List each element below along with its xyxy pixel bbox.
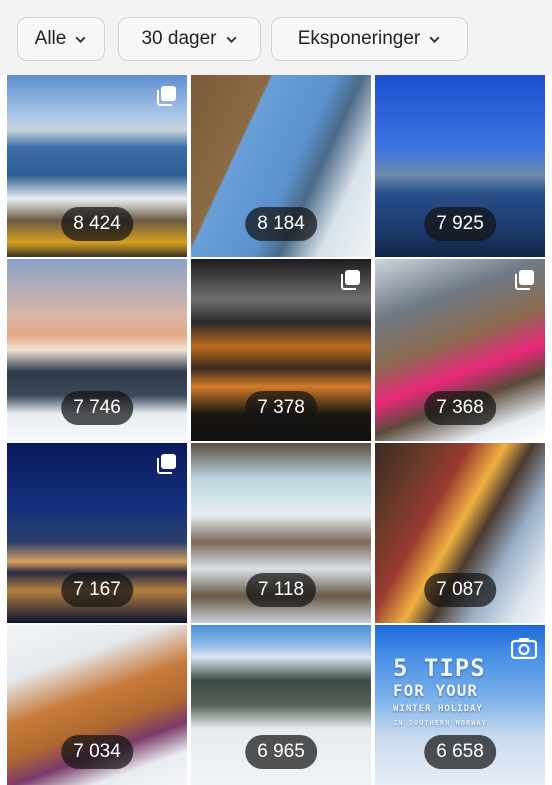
overlay-line-1: 5 TIPS [393,654,486,682]
filter-bar: Alle 30 dager Eksponeringer [0,0,552,75]
impressions-count: 7 368 [424,391,496,425]
chevron-down-icon [75,36,86,43]
overlay-line-4: IN SOUTHERN NORWAY [393,719,487,727]
post-thumbnail[interactable]: 5 TIPS FOR YOUR WINTER HOLIDAY IN SOUTHE… [375,625,545,785]
post-thumbnail[interactable]: 7 925 [375,75,545,257]
filter-metric-dropdown[interactable]: Eksponeringer [271,17,468,61]
impressions-count: 8 184 [245,207,317,241]
post-grid: 8 424 8 184 7 925 7 746 7 378 7 368 7 16… [7,75,545,785]
chevron-down-icon [429,36,440,43]
impressions-count: 7 034 [61,735,133,769]
multiple-images-icon [157,86,176,106]
post-thumbnail[interactable]: 7 087 [375,443,545,623]
impressions-count: 7 167 [61,573,133,607]
impressions-count: 7 746 [61,391,133,425]
impressions-count: 7 118 [245,573,317,607]
post-thumbnail[interactable]: 7 118 [191,443,371,623]
overlay-line-3: WINTER HOLIDAY [393,704,483,714]
filter-all-label: Alle [34,28,67,49]
filter-period-label: 30 dager [141,28,217,49]
filter-all-dropdown[interactable]: Alle [17,17,105,61]
chevron-down-icon [225,36,237,43]
post-thumbnail[interactable]: 6 965 [191,625,371,785]
filter-metric-label: Eksponeringer [297,28,421,49]
post-thumbnail[interactable]: 8 424 [7,75,187,257]
filter-period-dropdown[interactable]: 30 dager [118,17,261,61]
multiple-images-icon [157,454,176,474]
impressions-count: 7 378 [245,391,317,425]
impressions-count: 7 925 [424,207,496,241]
camera-icon [511,638,537,659]
post-thumbnail[interactable]: 7 746 [7,259,187,441]
video-title-overlay: 5 TIPS FOR YOUR WINTER HOLIDAY IN SOUTHE… [393,655,487,729]
post-thumbnail[interactable]: 7 034 [7,625,187,785]
impressions-count: 6 965 [245,735,317,769]
post-thumbnail[interactable]: 7 167 [7,443,187,623]
impressions-count: 6 658 [424,735,496,769]
post-thumbnail[interactable]: 7 368 [375,259,545,441]
post-thumbnail[interactable]: 7 378 [191,259,371,441]
impressions-count: 7 087 [424,573,496,607]
multiple-images-icon [515,270,534,290]
impressions-count: 8 424 [61,207,133,241]
overlay-line-2: FOR YOUR [393,681,479,700]
post-thumbnail[interactable]: 8 184 [191,75,371,257]
multiple-images-icon [341,270,360,290]
